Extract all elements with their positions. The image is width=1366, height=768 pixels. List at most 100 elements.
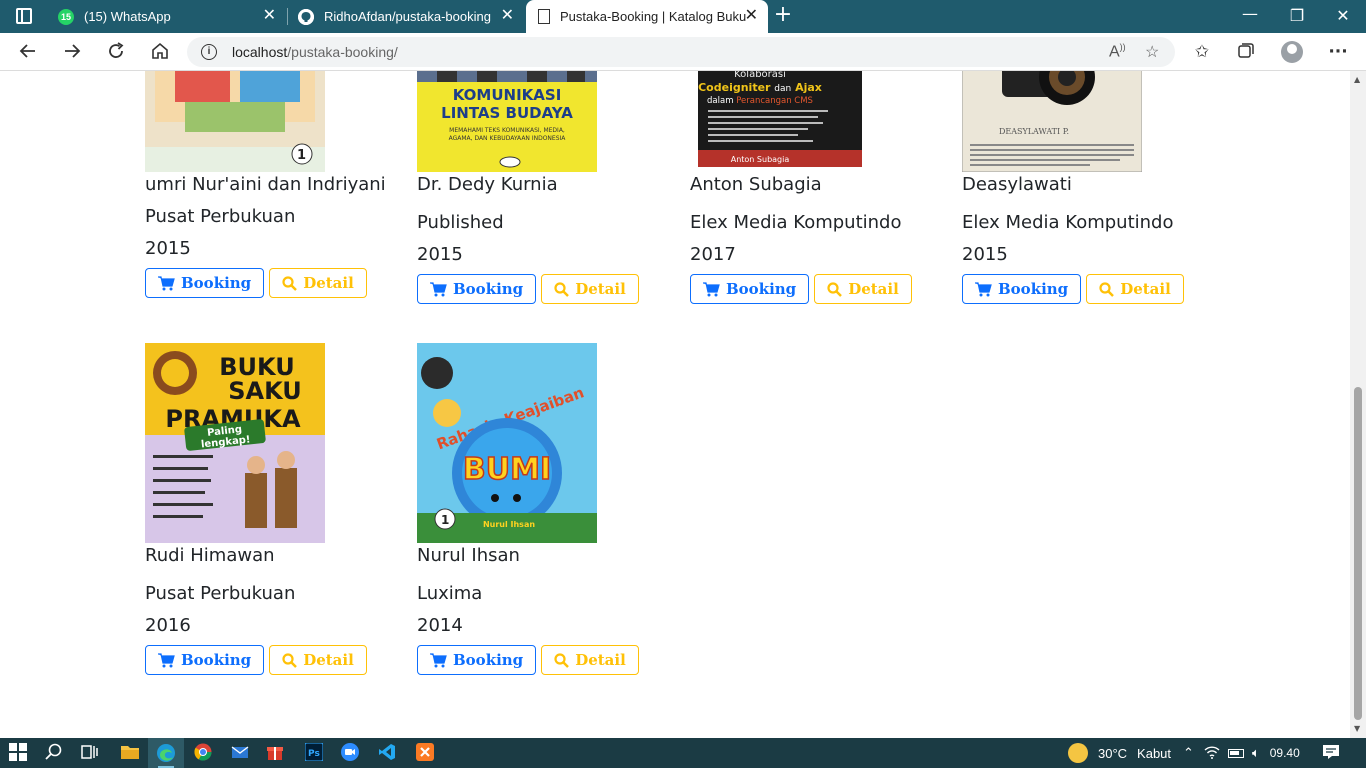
tab-title: (15) WhatsApp	[84, 9, 171, 24]
book-author: Rudi Himawan	[145, 545, 275, 566]
github-icon	[298, 8, 314, 25]
close-icon[interactable]: ✕	[501, 8, 514, 24]
restore-icon[interactable]: ❐	[1287, 6, 1307, 25]
detail-button[interactable]: Detail	[269, 268, 367, 298]
book-cover[interactable]: BUKU SAKU PRAMUKA Paling lengkap!	[145, 343, 325, 543]
new-tab-icon[interactable]: +	[772, 4, 794, 26]
search-icon	[554, 652, 570, 668]
back-arrow-icon[interactable]	[17, 41, 39, 63]
collections-icon[interactable]	[1235, 41, 1257, 63]
svg-text:DEASYLAWATI P.: DEASYLAWATI P.	[999, 127, 1069, 136]
cart-icon	[158, 275, 175, 290]
more-icon[interactable]: ···	[1327, 41, 1349, 63]
search-icon[interactable]	[45, 743, 65, 763]
notification-icon[interactable]	[1322, 744, 1340, 763]
book-year: 2015	[962, 244, 1008, 265]
vertical-scrollbar[interactable]: ▲ ▼	[1350, 71, 1366, 738]
booking-button[interactable]: Booking	[145, 268, 265, 298]
forward-arrow-icon[interactable]	[61, 41, 83, 63]
booking-button[interactable]: Booking	[962, 274, 1082, 304]
book-year: 2014	[417, 615, 463, 636]
scroll-up-icon[interactable]: ▲	[1354, 75, 1360, 84]
booking-label: Booking	[453, 651, 524, 669]
search-icon	[282, 275, 298, 291]
svg-text:AGAMA, DAN KEBUDAYAAN INDONESI: AGAMA, DAN KEBUDAYAAN INDONESIA	[449, 135, 567, 142]
svg-text:SAKU: SAKU	[228, 377, 302, 405]
url-text[interactable]: localhost/pustaka-booking/	[232, 44, 398, 60]
svg-text:dalam Perancangan CMS: dalam Perancangan CMS	[707, 96, 813, 106]
address-bar[interactable]: i localhost/pustaka-booking/ A)) ☆	[187, 37, 1175, 67]
detail-button[interactable]: Detail	[1086, 274, 1184, 304]
weather-temperature[interactable]: 30°C	[1098, 746, 1127, 761]
mail-icon[interactable]	[231, 743, 251, 763]
weather-description[interactable]: Kabut	[1137, 746, 1171, 761]
book-card: BUKU SAKU PRAMUKA Paling lengkap! Rudi H…	[145, 343, 395, 675]
vscode-icon[interactable]	[378, 743, 398, 763]
svg-text:1: 1	[441, 513, 449, 527]
chrome-icon[interactable]	[194, 743, 214, 763]
book-author: Dr. Dedy Kurnia	[417, 174, 558, 195]
booking-button[interactable]: Booking	[145, 645, 265, 675]
cart-icon	[158, 652, 175, 667]
xampp-icon[interactable]	[416, 743, 436, 763]
booking-label: Booking	[181, 274, 252, 292]
booking-label: Booking	[453, 280, 524, 298]
booking-button[interactable]: Booking	[417, 645, 537, 675]
scrollbar-thumb[interactable]	[1354, 387, 1362, 720]
svg-text:LINTAS BUDAYA: LINTAS BUDAYA	[441, 104, 573, 122]
detail-button[interactable]: Detail	[814, 274, 912, 304]
close-icon[interactable]: ✕	[263, 8, 276, 24]
booking-label: Booking	[181, 651, 252, 669]
close-icon[interactable]: ✕	[745, 8, 758, 24]
profile-avatar[interactable]	[1281, 41, 1303, 63]
refresh-icon[interactable]	[105, 41, 127, 63]
book-cover[interactable]: Rahasia Keajaiban BUMI Nurul Ihsan 1	[417, 343, 597, 543]
photoshop-icon[interactable]: Ps	[304, 742, 325, 763]
add-favorite-icon[interactable]: ☆	[1145, 42, 1159, 62]
info-icon[interactable]: i	[201, 44, 217, 60]
svg-text:Kolaborasi: Kolaborasi	[734, 71, 786, 80]
book-card: KOMUNIKASI LINTAS BUDAYA MEMAHAMI TEKS K…	[417, 71, 667, 304]
minimize-icon[interactable]: —	[1240, 4, 1260, 23]
battery-icon[interactable]	[1227, 748, 1244, 758]
home-icon[interactable]	[149, 41, 171, 63]
tab-whatsapp[interactable]: 15 (15) WhatsApp ✕	[46, 0, 286, 33]
tab-github[interactable]: RidhoAfdan/pustaka-booking ✕	[288, 0, 524, 33]
favorites-icon[interactable]: ✩	[1191, 41, 1213, 63]
book-cover[interactable]: DEASYLAWATI P.	[962, 71, 1142, 172]
wifi-icon[interactable]	[1204, 745, 1220, 762]
whatsapp-icon: 15	[58, 8, 74, 25]
book-card: 1 umri Nur'aini dan Indriyani Pusat Perb…	[145, 71, 395, 298]
file-explorer-icon[interactable]	[120, 743, 140, 763]
tabs-icon[interactable]	[16, 8, 32, 24]
weather-icon[interactable]	[1068, 743, 1088, 763]
zoom-icon[interactable]	[341, 743, 361, 763]
clock-time[interactable]: 09.40	[1270, 746, 1300, 760]
book-author: Anton Subagia	[690, 174, 822, 195]
search-icon	[1099, 281, 1115, 297]
book-cover[interactable]: Kolaborasi Codeigniter dan Ajax dalam Pe…	[690, 71, 870, 172]
read-aloud-icon[interactable]: A))	[1109, 42, 1126, 61]
gift-app-icon[interactable]	[266, 743, 286, 763]
booking-button[interactable]: Booking	[417, 274, 537, 304]
detail-button[interactable]: Detail	[541, 645, 639, 675]
book-cover[interactable]: 1	[145, 71, 325, 172]
svg-text:1: 1	[297, 148, 306, 163]
scroll-down-icon[interactable]: ▼	[1354, 724, 1360, 733]
book-publisher: Elex Media Komputindo	[690, 212, 902, 233]
close-window-icon[interactable]: ✕	[1333, 6, 1353, 25]
edge-icon[interactable]	[156, 743, 176, 763]
booking-button[interactable]: Booking	[690, 274, 810, 304]
book-publisher: Elex Media Komputindo	[962, 212, 1174, 233]
speaker-icon[interactable]: 🔈︎	[1252, 745, 1260, 761]
book-publisher: Published	[417, 212, 504, 233]
windows-start-icon[interactable]	[9, 743, 29, 763]
detail-button[interactable]: Detail	[541, 274, 639, 304]
detail-button[interactable]: Detail	[269, 645, 367, 675]
task-view-icon[interactable]	[80, 743, 100, 763]
chevron-up-icon[interactable]: ⌃	[1183, 745, 1194, 761]
search-icon	[282, 652, 298, 668]
tab-pustaka-booking[interactable]: Pustaka-Booking | Katalog Buku ✕	[526, 0, 768, 33]
book-year: 2015	[145, 238, 191, 259]
book-cover[interactable]: KOMUNIKASI LINTAS BUDAYA MEMAHAMI TEKS K…	[417, 71, 597, 172]
